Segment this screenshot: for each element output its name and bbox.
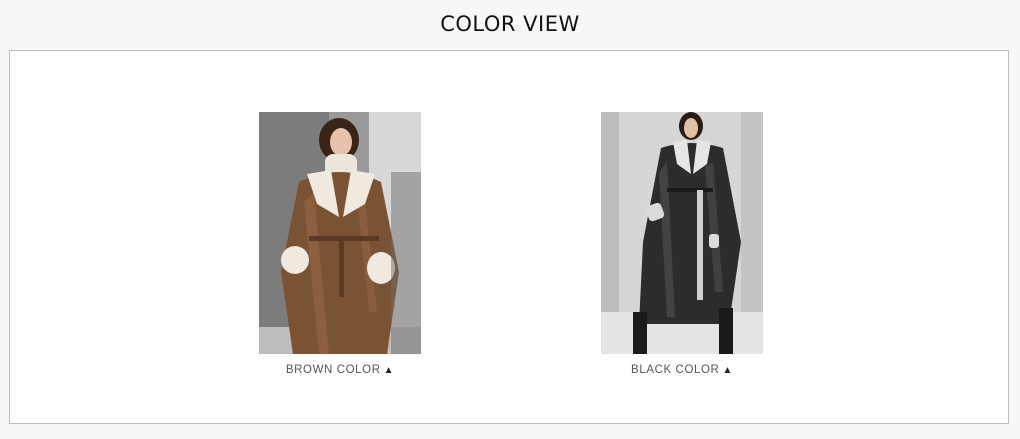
black-color-label: BLACK COLOR <box>631 364 720 376</box>
color-option-black[interactable]: BLACK COLOR ▲ <box>601 112 763 376</box>
color-view-page: COLOR VIEW BROWN COLOR ▲ BLACK COLOR ▲ <box>0 0 1020 439</box>
triangle-up-icon: ▲ <box>383 365 395 376</box>
color-option-brown[interactable]: BROWN COLOR ▲ <box>259 112 421 376</box>
triangle-up-icon: ▲ <box>722 365 733 376</box>
color-view-panel: BROWN COLOR ▲ BLACK COLOR ▲ <box>9 50 1009 424</box>
brown-color-label: BROWN COLOR <box>285 364 381 376</box>
brown-coat-photo <box>259 112 421 354</box>
section-title: COLOR VIEW <box>440 12 580 36</box>
brown-color-link[interactable]: BROWN COLOR ▲ <box>259 364 421 376</box>
black-coat-photo <box>601 112 763 354</box>
black-color-link[interactable]: BLACK COLOR ▲ <box>601 364 763 376</box>
